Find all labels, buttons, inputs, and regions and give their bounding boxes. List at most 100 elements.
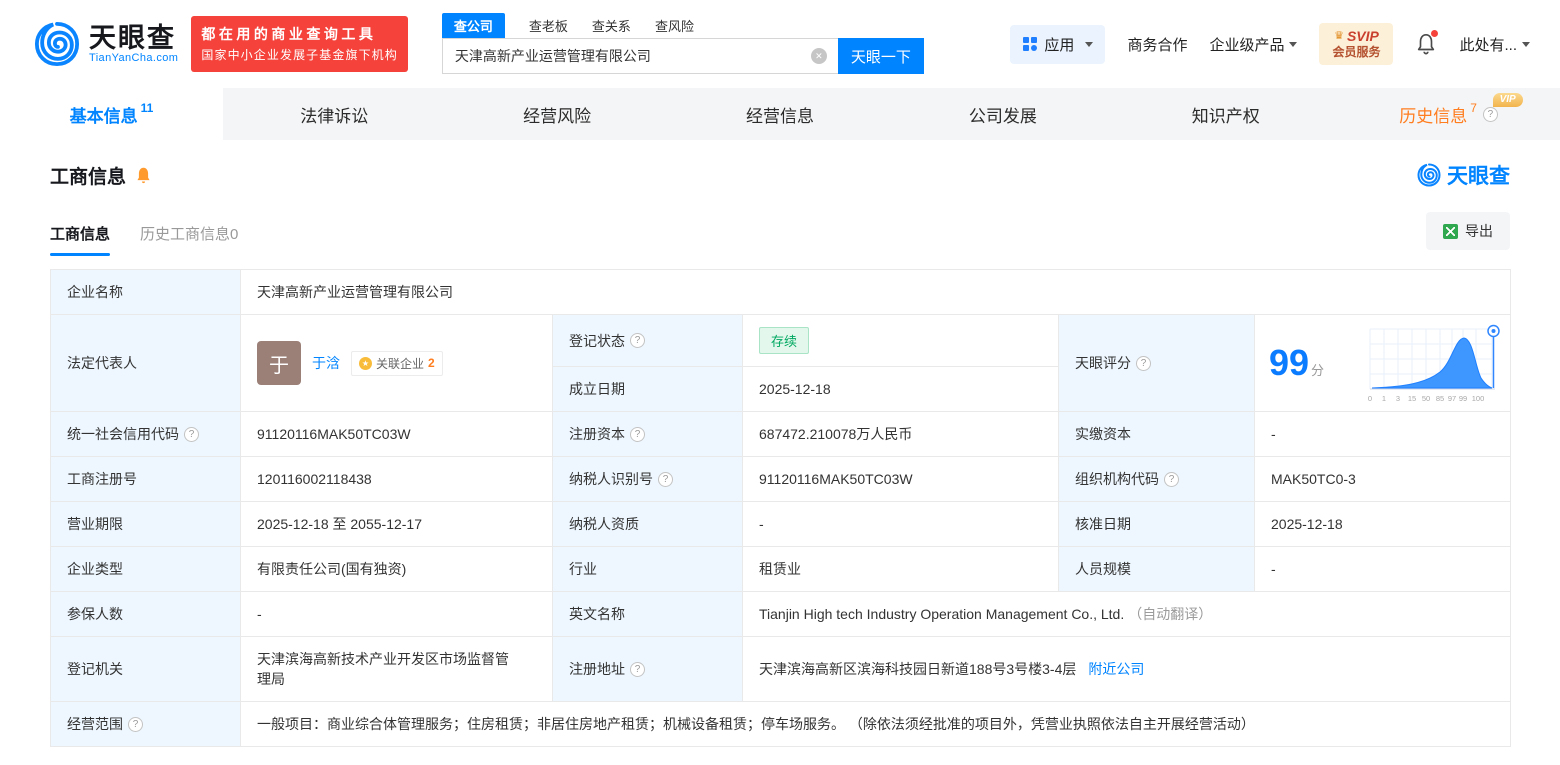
tab-label: 经营信息	[746, 106, 814, 126]
tab-company-development[interactable]: 公司发展	[891, 88, 1114, 140]
field-label-reg-address: 注册地址	[552, 636, 743, 702]
export-button[interactable]: 导出	[1426, 212, 1510, 250]
help-icon[interactable]	[1136, 355, 1151, 371]
field-value-org-code: MAK50TC0-3	[1253, 456, 1512, 502]
section-header: 工商信息 天眼查	[50, 160, 1510, 190]
svg-text:15: 15	[1408, 394, 1416, 403]
field-label-business-term: 营业期限	[50, 501, 241, 547]
clear-icon[interactable]	[810, 48, 827, 64]
tab-count: 7	[1470, 101, 1477, 115]
tab-legal-proceedings[interactable]: 法律诉讼	[223, 88, 446, 140]
field-value-legal-rep: 于 于浛 关联企业 2	[240, 314, 553, 412]
related-companies-icon	[359, 356, 372, 370]
promo-banner: 都在用的商业查询工具 国家中小企业发展子基金旗下机构	[191, 15, 408, 73]
help-icon[interactable]	[630, 661, 645, 677]
legal-rep-avatar[interactable]: 于	[257, 341, 301, 385]
field-value-reg-number: 120116002118438	[240, 456, 553, 502]
nearby-companies-link[interactable]: 附近公司	[1088, 661, 1144, 677]
field-label-registry: 登记机关	[50, 636, 241, 702]
apps-label: 应用	[1044, 36, 1075, 54]
tab-label: 公司发展	[968, 106, 1037, 126]
svg-text:50: 50	[1422, 394, 1430, 403]
brand-name: 天眼查	[89, 22, 176, 53]
field-value-company-type: 有限责任公司(国有独资)	[240, 546, 553, 592]
company-nav-tabs: 基本信息 11 法律诉讼 经营风险 经营信息 公司发展 知识产权 VIP 历史信…	[0, 88, 1560, 140]
field-value-industry: 租赁业	[742, 546, 1059, 592]
field-value-reg-address: 天津滨海高新区滨海科技园日新道188号3号楼3-4层 附近公司	[741, 636, 1512, 702]
field-label-company-name: 企业名称	[50, 269, 241, 315]
svg-text:0: 0	[1368, 394, 1372, 403]
subtab-row: 工商信息 历史工商信息0 导出	[50, 212, 1510, 256]
notification-bell[interactable]	[1415, 30, 1439, 56]
svip-title-row: ♛ SVIP	[1332, 28, 1380, 46]
table-row: 法定代表人 于 于浛 关联企业 2 登记状态 存续 天眼评分	[50, 314, 1512, 412]
field-label-paid-capital: 实缴资本	[1058, 411, 1255, 457]
tab-label: 历史信息	[1399, 106, 1468, 126]
field-value-reg-capital: 687472.210078万人民币	[742, 411, 1059, 457]
field-value-registry: 天津滨海高新技术产业开发区市场监督管理局	[240, 636, 553, 702]
field-label-english-name: 英文名称	[552, 591, 743, 637]
tab-history-info[interactable]: VIP 历史信息 7	[1337, 88, 1560, 140]
tab-label: 法律诉讼	[300, 106, 369, 126]
score-number: 99 分	[1269, 342, 1324, 384]
help-icon[interactable]	[630, 333, 645, 348]
search-box: 天眼一下	[441, 38, 924, 74]
tab-operating-info[interactable]: 经营信息	[669, 88, 892, 140]
subtab-business-info[interactable]: 工商信息	[50, 223, 111, 256]
user-label: 此处有...	[1459, 36, 1517, 54]
help-icon[interactable]	[1164, 471, 1179, 487]
registry-text: 天津滨海高新技术产业开发区市场监督管理局	[257, 651, 509, 687]
excel-icon	[1443, 223, 1458, 239]
svip-subtitle: 会员服务	[1332, 45, 1381, 60]
tab-label: 经营风险	[523, 106, 592, 126]
promo-line2: 国家中小企业发展子基金旗下机构	[201, 47, 398, 62]
enterprise-products-menu[interactable]: 企业级产品	[1209, 34, 1298, 55]
subscribe-bell-icon[interactable]	[135, 166, 152, 185]
field-value-company-name: 天津高新产业运营管理有限公司	[239, 269, 1512, 315]
search-tab-boss[interactable]: 查老板	[529, 14, 568, 38]
table-row: 营业期限 2025-12-18 至 2055-12-17 纳税人资质 - 核准日…	[50, 501, 1512, 547]
field-label-establish-date: 成立日期	[552, 366, 743, 412]
table-row: 统一社会信用代码 91120116MAK50TC03W 注册资本 687472.…	[50, 411, 1512, 457]
field-value-paid-capital: -	[1253, 411, 1512, 457]
section-title: 工商信息	[50, 166, 127, 188]
tab-label: 知识产权	[1191, 106, 1260, 126]
search-input[interactable]	[441, 38, 838, 74]
field-value-business-scope: 一般项目：商业综合体管理服务；住房租赁；非居住房地产租赁；机械设备租赁；停车场服…	[239, 701, 1512, 747]
header-right-nav: 应用 商务合作 企业级产品 ♛ SVIP 会员服务 此处有...	[1010, 22, 1530, 66]
field-label-industry: 行业	[552, 546, 743, 592]
field-value-taxpayer-id: 91120116MAK50TC03W	[742, 456, 1059, 502]
help-icon[interactable]	[630, 426, 645, 442]
tab-count: 11	[140, 101, 154, 115]
apps-menu[interactable]: 应用	[1010, 24, 1106, 64]
field-value-establish-date: 2025-12-18	[742, 366, 1059, 412]
field-value-taxpayer-qualification: -	[742, 501, 1059, 547]
search-button[interactable]: 天眼一下	[837, 38, 924, 74]
help-icon[interactable]	[184, 426, 199, 442]
table-row: 企业名称 天津高新产业运营管理有限公司	[50, 269, 1512, 315]
tab-intellectual-property[interactable]: 知识产权	[1114, 88, 1337, 140]
business-cooperation-link[interactable]: 商务合作	[1127, 34, 1187, 55]
export-label: 导出	[1465, 223, 1493, 239]
legal-rep-name-link[interactable]: 于浛	[312, 353, 340, 373]
table-row: 登记机关 天津滨海高新技术产业开发区市场监督管理局 注册地址 天津滨海高新区滨海…	[50, 636, 1512, 702]
search-tab-risk[interactable]: 查风险	[655, 14, 694, 38]
search-tab-company[interactable]: 查公司	[441, 13, 505, 38]
address-text: 天津滨海高新区滨海科技园日新道188号3号楼3-4层	[759, 661, 1077, 677]
user-menu[interactable]: 此处有...	[1459, 34, 1530, 55]
score-unit: 分	[1311, 363, 1325, 378]
help-icon[interactable]	[658, 471, 673, 487]
field-label-legal-rep: 法定代表人	[50, 314, 241, 412]
related-companies-tag[interactable]: 关联企业 2	[351, 350, 443, 376]
help-icon[interactable]	[128, 716, 143, 732]
tianyancha-logo[interactable]: 天眼查 TianYanCha.com	[34, 21, 178, 67]
search-tab-relation[interactable]: 查关系	[592, 14, 631, 38]
svip-membership-button[interactable]: ♛ SVIP 会员服务	[1319, 22, 1394, 66]
tab-operating-risk[interactable]: 经营风险	[446, 88, 669, 140]
tab-basic-info[interactable]: 基本信息 11	[0, 88, 223, 140]
score-chart[interactable]: 0 1 3 15 50 85 97 99 100	[1362, 321, 1502, 405]
help-icon[interactable]	[1482, 106, 1498, 122]
svip-title: SVIP	[1346, 27, 1379, 44]
chevron-down-icon	[1085, 41, 1094, 47]
subtab-history-business-info[interactable]: 历史工商信息0	[140, 223, 238, 256]
